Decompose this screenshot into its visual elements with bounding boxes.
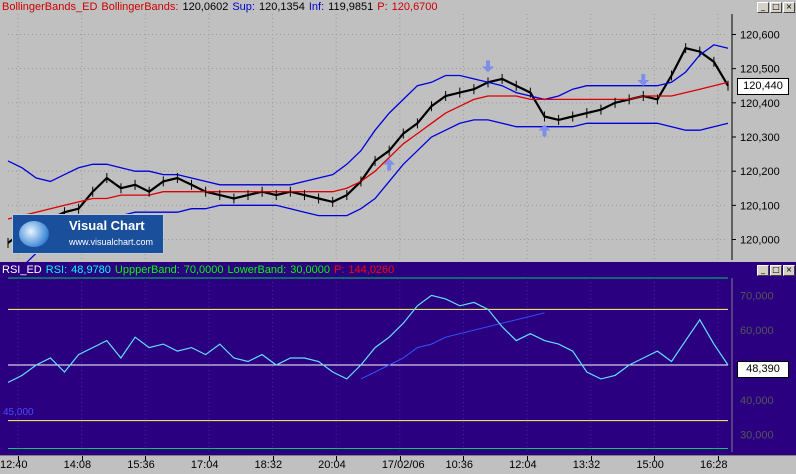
time-tick-label: 17:04 (190, 459, 219, 471)
last-price-label: 120,440 (737, 78, 789, 95)
price-tick-label: 120,000 (740, 235, 780, 247)
time-tick-label: 15:36 (127, 459, 155, 471)
visual-chart-logo: Visual Chart www.visualchart.com (12, 214, 164, 254)
time-tick-label: 12:40 (0, 459, 28, 471)
rsi-left-label: 45,000 (3, 407, 34, 418)
price-tick-label: 120,100 (740, 200, 780, 212)
logo-icon (19, 221, 49, 247)
price-tick-label: 120,500 (740, 64, 780, 76)
time-tick-label: 17/02/06 (381, 459, 425, 471)
time-tick-label: 18:32 (254, 459, 283, 471)
time-tick-label: 10:36 (445, 459, 473, 471)
rsi-tick-label: 40,000 (740, 395, 774, 407)
time-tick-label: 13:32 (572, 459, 601, 471)
price-tick-label: 120,400 (740, 98, 780, 110)
rsi-tick-label: 30,000 (740, 430, 774, 442)
rsi-window: RSI_ED RSI: 48,9780 UppperBand: 70,0000 Lower… (0, 262, 796, 455)
time-tick-label: 14:08 (63, 459, 92, 471)
price-tick-label: 120,600 (740, 30, 780, 42)
price-tick-label: 120,300 (740, 132, 780, 144)
rsi-last-value-label: 48,390 (737, 361, 789, 378)
time-tick-label: 15:00 (636, 459, 664, 471)
rsi-trend-line (360, 312, 545, 380)
rsi-chart[interactable]: 70,00060,00050,00040,00030,000 (0, 262, 796, 455)
rsi-line (7, 294, 729, 383)
time-axis: 12:40 14:08 15:36 17:04 18:32 20:04 17/02/06 10… (0, 455, 796, 474)
time-tick-label: 12:04 (509, 459, 537, 471)
logo-url: www.visualchart.com (69, 237, 154, 247)
price-window: BollingerBands_ED BollingerBands: 120,0602… (0, 0, 796, 262)
chart-workspace: BollingerBands_ED BollingerBands: 120,0602… (0, 0, 796, 474)
price-tick-label: 120,200 (740, 166, 780, 178)
logo-title: Visual Chart (69, 218, 145, 233)
time-tick-label: 16:28 (700, 459, 728, 471)
time-tick-label: 20:04 (318, 459, 346, 471)
rsi-tick-label: 60,000 (740, 325, 774, 337)
rsi-tick-label: 70,000 (740, 290, 774, 302)
